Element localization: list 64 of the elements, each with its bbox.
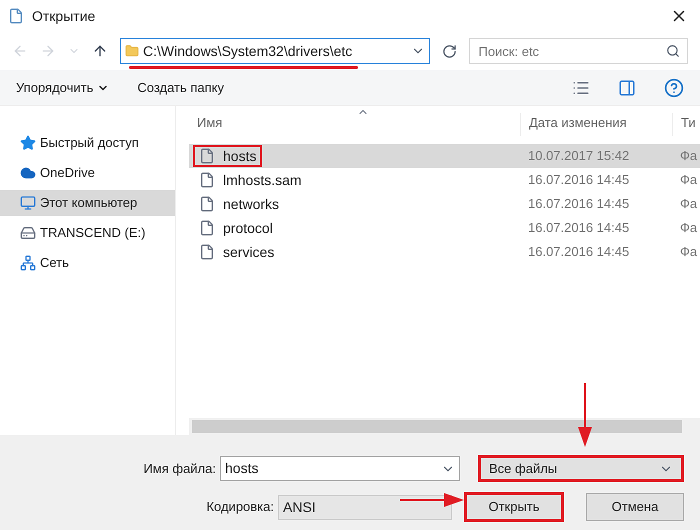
file-icon — [199, 172, 215, 188]
file-row[interactable]: protocol 16.07.2016 14:45 Фа — [189, 216, 700, 240]
type-cell-text: Фа — [679, 243, 698, 262]
type-cell-text: Фа — [679, 195, 698, 214]
type-cell-text: Фа — [679, 219, 698, 238]
date-cell-text: 16.07.2016 14:45 — [527, 195, 630, 214]
encoding-field[interactable]: ANSI — [278, 494, 452, 520]
type-cell-text: Фа — [679, 171, 698, 190]
folder-icon — [125, 44, 139, 58]
file-name-cell: hosts — [193, 145, 262, 167]
horizontal-scrollbar[interactable] — [189, 418, 700, 435]
down-arrow — [577, 383, 593, 447]
right-arrow — [400, 492, 464, 508]
file-icon — [199, 196, 215, 212]
date-cell-text: 16.07.2016 14:45 — [527, 171, 630, 190]
date-cell-text: 16.07.2016 14:45 — [527, 243, 630, 262]
file-type-dropdown[interactable]: Все файлы — [478, 455, 684, 482]
sidebar-item[interactable]: Этот компьютер — [0, 190, 175, 216]
file-icon — [199, 220, 215, 236]
filename-label: Имя файла: — [143, 460, 216, 478]
help-icon — [664, 78, 684, 98]
computer-icon — [20, 195, 36, 211]
date-cell-text: 16.07.2016 14:45 — [527, 219, 630, 238]
file-name-cell: networks — [193, 193, 286, 215]
type-cell-text: Фа — [679, 147, 698, 166]
file-row[interactable]: hosts 10.07.2017 15:42 Фа — [189, 144, 700, 168]
cloud-icon — [20, 165, 36, 181]
date-cell-text: 10.07.2017 15:42 — [527, 147, 630, 166]
file-row[interactable]: networks 16.07.2016 14:45 Фа — [189, 192, 700, 216]
help-button[interactable] — [664, 78, 684, 98]
file-icon — [199, 244, 215, 260]
notepad-icon — [8, 8, 24, 24]
refresh-button[interactable] — [442, 44, 458, 58]
column-header[interactable]: Дата изменения — [520, 112, 672, 136]
new-folder-button[interactable]: Создать папку — [137, 78, 224, 98]
cancel-button[interactable]: Отмена — [586, 493, 684, 521]
refresh-icon — [442, 44, 458, 58]
window-title: Открытие — [32, 6, 96, 26]
drive-icon — [20, 225, 36, 241]
file-icon — [199, 148, 215, 164]
search-field[interactable]: Поиск: etc — [469, 38, 688, 64]
sidebar-item[interactable]: TRANSCEND (E:) — [0, 220, 175, 246]
preview-pane-icon — [618, 78, 636, 96]
file-name-cell: lmhosts.sam — [193, 169, 308, 191]
open-button[interactable]: Открыть — [464, 492, 564, 522]
file-row[interactable]: lmhosts.sam 16.07.2016 14:45 Фа — [189, 168, 700, 192]
column-header[interactable]: Ти — [672, 112, 700, 136]
up-button[interactable] — [92, 43, 108, 59]
star-icon — [20, 135, 36, 151]
address-path: C:\Windows\System32\drivers\etc — [143, 40, 352, 62]
file-name-cell: services — [193, 241, 280, 263]
file-name-cell: protocol — [193, 217, 279, 239]
column-header[interactable]: Имя — [189, 112, 520, 136]
encoding-label: Кодировка: — [206, 498, 274, 516]
network-icon — [20, 255, 36, 271]
sidebar-item[interactable]: OneDrive — [0, 160, 175, 186]
sidebar-item[interactable]: Быстрый доступ — [0, 130, 175, 156]
filename-field[interactable]: hosts — [220, 456, 460, 481]
file-row[interactable]: services 16.07.2016 14:45 Фа — [189, 240, 700, 264]
organize-button[interactable]: Упорядочить — [16, 78, 110, 98]
forward-arrow-icon — [40, 43, 56, 59]
preview-pane-button[interactable] — [618, 78, 636, 96]
sidebar-item[interactable]: Сеть — [0, 250, 175, 276]
search-icon — [666, 44, 680, 58]
